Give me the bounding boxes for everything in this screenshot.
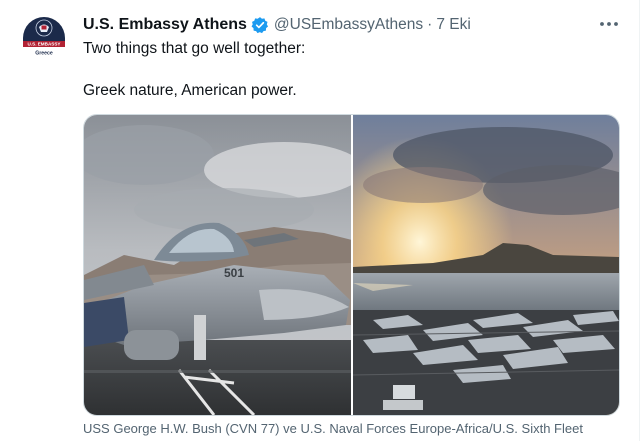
embassy-seal-icon: U.S. EMBASSY Greece [19,13,69,63]
media-grid: 501 [83,114,620,416]
display-name[interactable]: U.S. Embassy Athens [83,16,247,34]
media-caption[interactable]: USS George H.W. Bush (CVN 77) ve U.S. Na… [83,421,583,436]
avatar[interactable]: U.S. EMBASSY Greece [19,13,69,63]
avatar-location-text: Greece [35,51,53,57]
header-separator: · [427,16,433,33]
photo-fighter-jet[interactable]: 501 [84,115,351,415]
photo-carrier-sunset[interactable] [353,115,619,415]
verified-badge-icon [251,16,269,34]
tweet-timestamp[interactable]: 7 Eki [436,16,470,34]
tweet-card[interactable]: U.S. EMBASSY Greece U.S. Embassy Athens … [0,0,640,441]
author-handle[interactable]: @USEmbassyAthens [274,16,423,34]
more-options-icon[interactable] [597,14,621,34]
tweet-text: Two things that go well together: Greek … [83,38,613,101]
avatar-badge-text: U.S. EMBASSY [28,42,61,47]
tweet-text-line: Greek nature, American power. [83,82,297,99]
tweet-header: U.S. Embassy Athens @USEmbassyAthens · 7… [83,14,471,36]
tweet-text-line: Two things that go well together: [83,40,306,57]
jet-marking: 501 [224,266,244,280]
